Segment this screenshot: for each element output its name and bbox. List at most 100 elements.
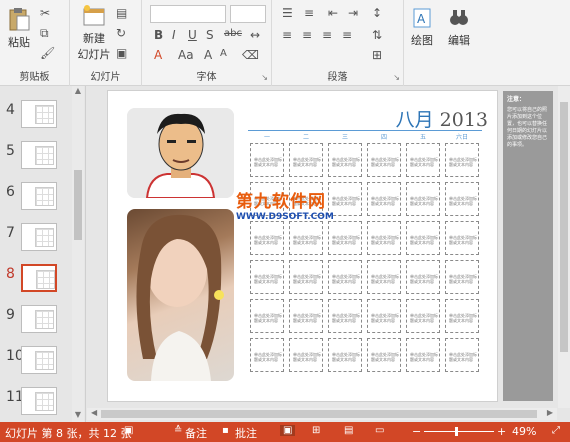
calendar-cell[interactable]: 单击此处添加标题或文本内容 [367,260,401,294]
calendar-cell[interactable]: 单击此处添加标题或文本内容 [250,143,284,177]
decrease-indent-icon[interactable]: ⇤ [328,6,338,20]
calendar-cell[interactable]: 单击此处添加标题或文本内容 [367,299,401,333]
calendar-cell[interactable]: 单击此处添加标题或文本内容 [250,299,284,333]
slide-thumbnail[interactable]: 8 [0,264,70,304]
font-dialog-launcher-icon[interactable]: ↘ [261,73,268,82]
cartoon-boy-photo[interactable] [127,108,234,198]
change-case-icon[interactable]: Aa [178,48,194,62]
calendar-cell[interactable]: 单击此处添加标题或文本内容 [406,143,440,177]
reading-view-icon[interactable]: ▤ [344,425,353,436]
line-spacing-icon[interactable]: ↕ [372,6,382,20]
thumbnail-scroll-thumb[interactable] [74,170,82,240]
calendar-cell[interactable]: 单击此处添加标题或文本内容 [250,338,284,372]
zoom-slider-thumb[interactable] [455,427,458,436]
notes-button[interactable]: 备注 [185,425,207,441]
horizontal-scrollbar[interactable]: ◀ ▶ [87,408,557,420]
slide-thumbnail[interactable]: 6 [0,182,70,222]
calendar-cell[interactable]: 单击此处添加标题或文本内容 [367,338,401,372]
bold-icon[interactable]: B [154,28,163,42]
align-center-icon[interactable]: ≡ [302,28,312,42]
font-size-combo[interactable] [230,5,266,23]
strikethrough-icon[interactable]: abc [224,28,242,39]
cut-icon[interactable]: ✂ [40,6,50,20]
thumbnail-scrollbar[interactable]: ▲ ▼ [72,86,84,422]
format-painter-icon[interactable]: 🖌 [40,46,55,60]
calendar-cell[interactable]: 单击此处添加标题或文本内容 [406,260,440,294]
slide-thumbnail[interactable]: 10 [0,346,70,386]
align-left-icon[interactable]: ≡ [282,28,292,42]
notes-icon[interactable]: ≙ [174,425,182,436]
normal-view-icon[interactable]: ▣ [280,425,296,436]
calendar-cell[interactable]: 单击此处添加标题或文本内容 [328,260,362,294]
scroll-right-icon[interactable]: ▶ [547,408,553,417]
horizontal-scroll-thumb[interactable] [101,410,537,418]
shrink-font-icon[interactable]: A [220,48,227,59]
italic-icon[interactable]: I [172,28,176,42]
vertical-scroll-thumb[interactable] [560,102,568,352]
comments-icon[interactable]: ▪ [222,425,229,436]
zoom-out-icon[interactable]: − [412,425,421,438]
slide-thumbnail[interactable]: 4 [0,100,70,140]
bullets-icon[interactable]: ☰ [282,6,293,20]
calendar-cell[interactable]: 单击此处添加标题或文本内容 [328,338,362,372]
scroll-down-icon[interactable]: ▼ [72,410,84,422]
calendar-cell[interactable]: 单击此处添加标题或文本内容 [328,143,362,177]
calendar-cell[interactable]: 单击此处添加标题或文本内容 [328,299,362,333]
text-direction-icon[interactable]: ⇅ [372,28,382,42]
calendar-cell[interactable]: 单击此处添加标题或文本内容 [445,221,479,255]
drawing-button[interactable]: A 绘图 [406,6,438,48]
zoom-slider-track[interactable] [424,431,494,432]
slide[interactable]: 八月 2013 一二三四五六日 单击此处添加标题或文本内容 单击此处添加标题或文本… [108,91,497,401]
girl-photo[interactable] [127,209,234,381]
increase-indent-icon[interactable]: ⇥ [348,6,358,20]
grow-font-icon[interactable]: A [204,48,212,62]
shadow-icon[interactable]: S [206,28,214,42]
reset-icon[interactable]: ↻ [116,26,126,40]
slide-thumbnail[interactable]: 11 [0,387,70,427]
calendar-cell[interactable]: 单击此处添加标题或文本内容 [289,338,323,372]
font-name-combo[interactable] [150,5,226,23]
fit-slide-icon[interactable]: ⤢ [552,425,560,436]
align-right-icon[interactable]: ≡ [322,28,332,42]
calendar-cell[interactable]: 单击此处添加标题或文本内容 [289,299,323,333]
slide-sorter-icon[interactable]: ⊞ [312,425,320,436]
calendar-cell[interactable]: 单击此处添加标题或文本内容 [445,299,479,333]
justify-icon[interactable]: ≡ [342,28,352,42]
numbering-icon[interactable]: ≡ [304,6,314,20]
zoom-in-icon[interactable]: + [497,425,506,438]
calendar-cell[interactable]: 单击此处添加标题或文本内容 [367,143,401,177]
calendar-cell[interactable]: 单击此处添加标题或文本内容 [289,260,323,294]
slide-thumbnail[interactable]: 9 [0,305,70,345]
clear-format-icon[interactable]: ⌫ [242,48,259,62]
calendar-cell[interactable]: 单击此处添加标题或文本内容 [406,182,440,216]
vertical-scrollbar[interactable] [558,86,570,408]
font-color-icon[interactable]: A [154,48,162,62]
underline-icon[interactable]: U [188,28,197,42]
slideshow-icon[interactable]: ▭ [375,425,384,436]
slide-thumbnail[interactable]: 5 [0,141,70,181]
char-spacing-icon[interactable]: ↔ [250,28,260,42]
section-icon[interactable]: ▣ [116,46,127,60]
calendar-cell[interactable]: 单击此处添加标题或文本内容 [406,338,440,372]
calendar-cell[interactable]: 单击此处添加标题或文本内容 [250,260,284,294]
copy-icon[interactable]: ⧉ [40,26,49,41]
spell-check-icon[interactable]: ▣ [124,425,133,436]
calendar-cell[interactable]: 单击此处添加标题或文本内容 [445,338,479,372]
comments-button[interactable]: 批注 [235,425,257,441]
paragraph-dialog-launcher-icon[interactable]: ↘ [393,73,400,82]
zoom-level[interactable]: 49% [512,425,536,438]
scroll-up-icon[interactable]: ▲ [72,86,84,98]
layout-icon[interactable]: ▤ [116,6,127,20]
slide-thumbnail[interactable]: 7 [0,223,70,263]
calendar-cell[interactable]: 单击此处添加标题或文本内容 [289,143,323,177]
editing-button[interactable]: 编辑 [442,6,476,48]
calendar-cell[interactable]: 单击此处添加标题或文本内容 [406,221,440,255]
paste-button[interactable]: 粘贴 [4,6,34,50]
calendar-cell[interactable]: 单击此处添加标题或文本内容 [445,260,479,294]
scroll-left-icon[interactable]: ◀ [91,408,97,417]
smartart-icon[interactable]: ⊞ [372,48,382,62]
calendar-cell[interactable]: 单击此处添加标题或文本内容 [406,299,440,333]
new-slide-button[interactable]: 新建 幻灯片 [76,4,112,62]
calendar-cell[interactable]: 单击此处添加标题或文本内容 [445,182,479,216]
calendar-cell[interactable]: 单击此处添加标题或文本内容 [445,143,479,177]
